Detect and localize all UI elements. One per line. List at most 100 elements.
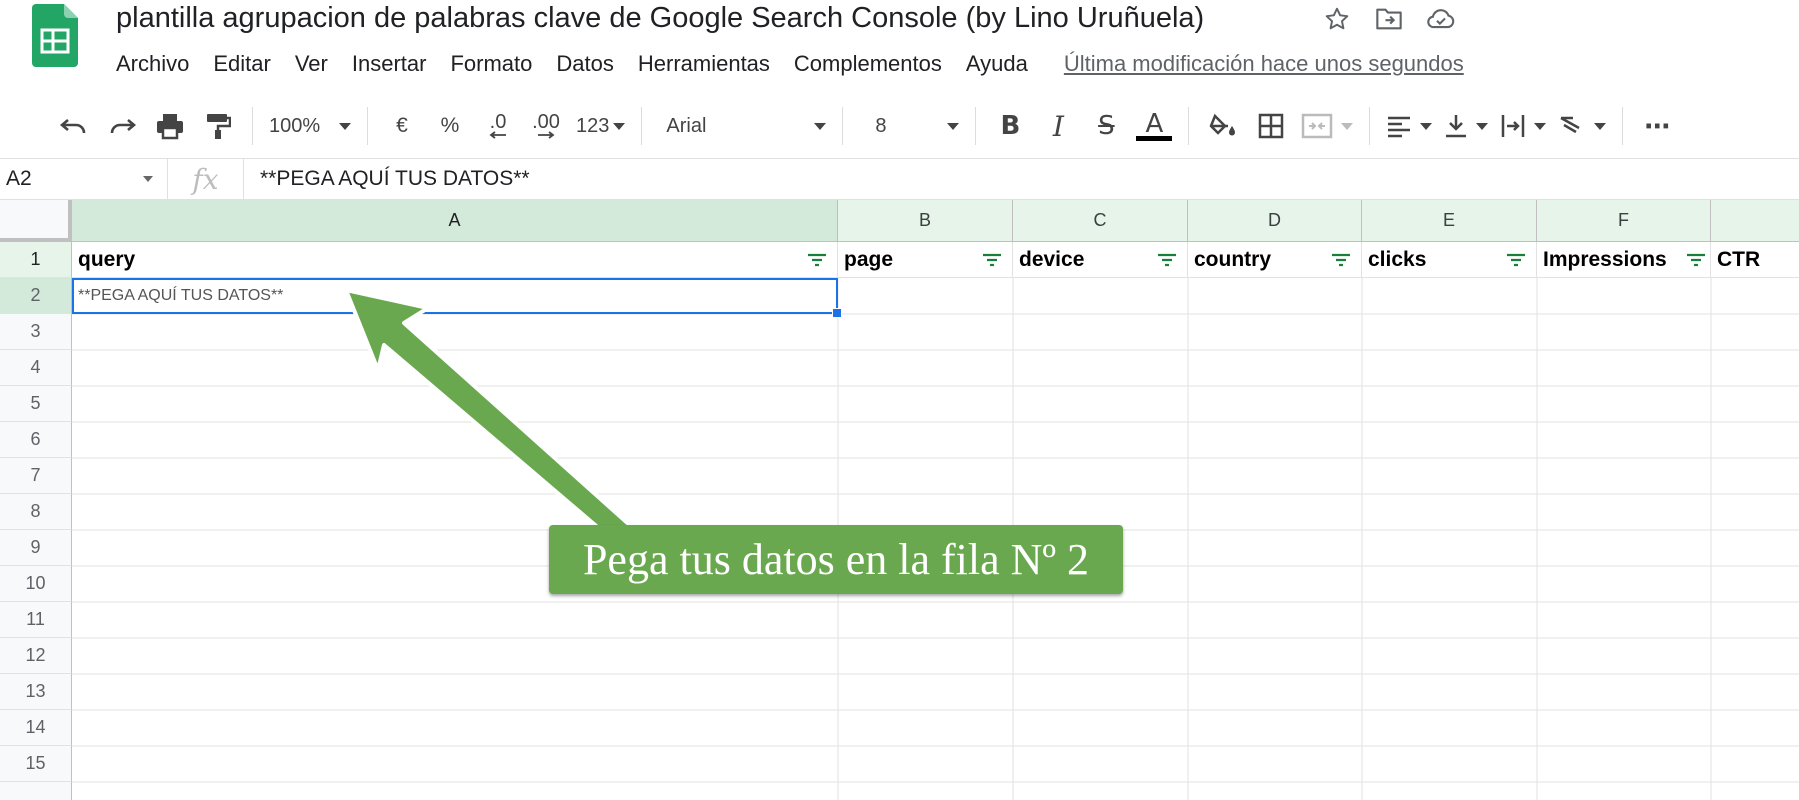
caret-down-icon (1534, 122, 1547, 130)
filter-icon[interactable] (1686, 253, 1706, 267)
text-rotation-icon[interactable] (1558, 106, 1607, 146)
fx-icon: fx (168, 158, 244, 200)
borders-icon[interactable] (1253, 106, 1289, 146)
app-header: plantilla agrupacion de palabras clave d… (0, 0, 1799, 90)
toolbar-separator (842, 107, 844, 145)
menu-formato[interactable]: Formato (438, 48, 544, 80)
more-options-icon[interactable]: ⋯ (1639, 106, 1675, 146)
header-cell-device[interactable]: device (1013, 242, 1188, 278)
header-cell-clicks[interactable]: clicks (1362, 242, 1537, 278)
row-header-7[interactable]: 7 (0, 458, 72, 494)
toolbar-separator (1369, 107, 1371, 145)
column-header-a[interactable]: A (72, 200, 838, 242)
decrease-decimals-button[interactable]: .0 (480, 106, 516, 146)
fill-color-icon[interactable] (1205, 106, 1241, 146)
header-cell-impressions[interactable]: Impressions (1537, 242, 1711, 278)
font-size-value: 8 (875, 114, 887, 137)
print-icon[interactable] (152, 106, 188, 146)
row-header-15[interactable]: 15 (0, 746, 72, 782)
star-icon[interactable] (1322, 4, 1352, 34)
font-select[interactable]: Arial (652, 106, 832, 146)
row-header-14[interactable]: 14 (0, 710, 72, 746)
google-sheets-logo-icon[interactable] (32, 4, 78, 67)
menu-archivo[interactable]: Archivo (104, 48, 201, 80)
filter-icon[interactable] (1506, 253, 1526, 267)
filter-icon[interactable] (982, 253, 1002, 267)
filter-icon[interactable] (807, 253, 827, 267)
header-cell-ctr[interactable]: CTR (1711, 242, 1799, 278)
toolbar: 100% € % .0 .00 123 Arial 8 B I S A ⋯ (0, 94, 1799, 158)
caret-down-icon (339, 122, 351, 130)
text-color-button[interactable]: A (1136, 106, 1173, 146)
text-wrapping-icon[interactable] (1500, 106, 1547, 146)
row-header-10[interactable]: 10 (0, 566, 72, 602)
italic-button[interactable]: I (1040, 106, 1076, 146)
sheet-grid: A B C D E F G 1 2 3 4 5 6 7 8 9 10 11 12… (0, 200, 1799, 800)
row-header-4[interactable]: 4 (0, 350, 72, 386)
last-edit-link[interactable]: Última modificación hace unos segundos (1064, 48, 1464, 80)
column-header-e[interactable]: E (1362, 200, 1537, 242)
row-header-6[interactable]: 6 (0, 422, 72, 458)
menu-herramientas[interactable]: Herramientas (626, 48, 782, 80)
move-to-folder-icon[interactable] (1374, 4, 1404, 34)
row-header-2[interactable]: 2 (0, 278, 72, 314)
menu-datos[interactable]: Datos (544, 48, 625, 80)
row-header-12[interactable]: 12 (0, 638, 72, 674)
header-cell-label: country (1194, 247, 1272, 271)
menu-editar[interactable]: Editar (201, 48, 282, 80)
header-cell-page[interactable]: page (838, 242, 1013, 278)
row-header-3[interactable]: 3 (0, 314, 72, 350)
zoom-select[interactable]: 100% (263, 106, 357, 146)
vertical-align-icon[interactable] (1444, 106, 1489, 146)
horizontal-align-icon[interactable] (1386, 106, 1433, 146)
formula-input[interactable]: **PEGA AQUÍ TUS DATOS** (260, 167, 530, 191)
arrow-left-icon (489, 131, 506, 139)
row-header-16[interactable] (0, 782, 72, 800)
merge-cells-icon[interactable] (1301, 106, 1354, 146)
column-header-g[interactable]: G (1711, 200, 1799, 242)
row-header-5[interactable]: 5 (0, 386, 72, 422)
menu-insertar[interactable]: Insertar (340, 48, 439, 80)
name-box[interactable]: A2 (0, 158, 168, 200)
select-all-corner[interactable] (0, 200, 72, 242)
bold-button[interactable]: B (992, 106, 1028, 146)
increase-decimals-button[interactable]: .00 (528, 106, 564, 146)
column-header-f[interactable]: F (1537, 200, 1711, 242)
fill-handle[interactable] (832, 308, 842, 318)
format-currency-button[interactable]: € (384, 106, 420, 146)
increase-decimals-label: .00 (532, 111, 560, 133)
caret-down-icon (1594, 122, 1607, 130)
row-header-11[interactable]: 11 (0, 602, 72, 638)
filter-icon[interactable] (1331, 253, 1351, 267)
more-formats-select[interactable]: 123 (570, 106, 631, 146)
column-header-b[interactable]: B (838, 200, 1013, 242)
header-cell-label: Impressions (1543, 247, 1667, 271)
filter-icon[interactable] (1157, 253, 1177, 267)
cloud-saved-icon[interactable] (1426, 4, 1456, 34)
font-size-select[interactable]: 8 (853, 106, 965, 146)
document-title[interactable]: plantilla agrupacion de palabras clave d… (116, 0, 1204, 36)
menu-ver[interactable]: Ver (283, 48, 340, 80)
row-header-8[interactable]: 8 (0, 494, 72, 530)
column-header-d[interactable]: D (1188, 200, 1362, 242)
toolbar-separator (1622, 107, 1624, 145)
caret-down-icon (1420, 122, 1433, 130)
menu-ayuda[interactable]: Ayuda (954, 48, 1040, 80)
more-formats-label: 123 (576, 114, 610, 137)
header-cell-query[interactable]: query (72, 242, 838, 278)
format-percent-button[interactable]: % (432, 106, 468, 146)
arrow-right-icon (538, 131, 555, 139)
header-cell-label: query (78, 247, 136, 271)
undo-icon[interactable] (56, 106, 92, 146)
strikethrough-button[interactable]: S (1088, 106, 1124, 146)
toolbar-separator (252, 107, 253, 145)
header-cell-country[interactable]: country (1188, 242, 1362, 278)
caret-down-icon (1341, 122, 1354, 130)
column-header-c[interactable]: C (1013, 200, 1188, 242)
row-header-13[interactable]: 13 (0, 674, 72, 710)
menu-complementos[interactable]: Complementos (782, 48, 954, 80)
paint-format-icon[interactable] (200, 106, 236, 146)
row-header-1[interactable]: 1 (0, 242, 72, 278)
row-header-9[interactable]: 9 (0, 530, 72, 566)
redo-icon[interactable] (104, 106, 140, 146)
